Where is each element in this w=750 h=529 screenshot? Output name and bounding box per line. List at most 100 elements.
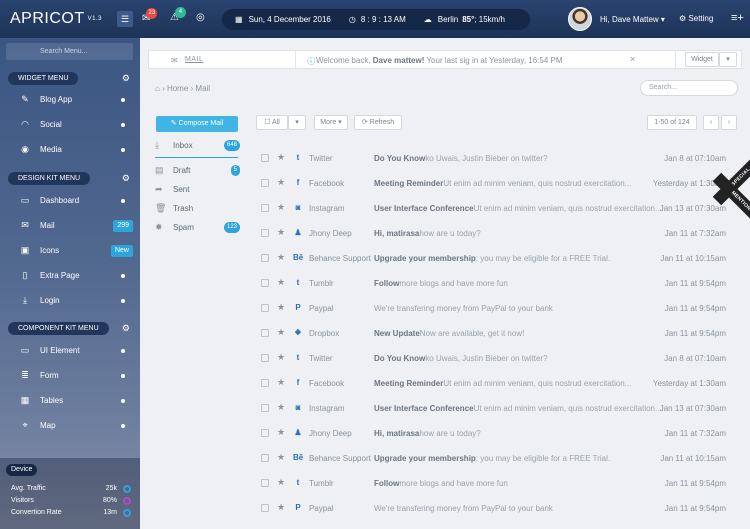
sidebar-item-social[interactable]: ◠ Social bbox=[0, 112, 140, 137]
sidebar-search-input[interactable]: Search Menu... bbox=[6, 43, 133, 60]
mail-row[interactable]: ★ ◙ Instagram User Interface ConferenceUt e… bbox=[256, 396, 726, 421]
star-icon[interactable]: ★ bbox=[277, 477, 285, 488]
sidebar-item-mail[interactable]: ✉ Mail 299 bbox=[0, 213, 140, 238]
mail-row[interactable]: ★ Bē Behance Support Upgrade your membershi… bbox=[256, 246, 726, 271]
folder-spam[interactable]: ✸ Spam 123 bbox=[155, 220, 240, 236]
select-all-button[interactable]: ☐ All bbox=[256, 115, 288, 130]
mail-row[interactable]: ★ ❖ Dropbox New UpdateNow are available, ge… bbox=[256, 321, 726, 346]
add-menu-icon[interactable]: ≡+ bbox=[731, 12, 744, 24]
chevron-down-icon[interactable]: ▾ bbox=[719, 52, 737, 67]
user-menu[interactable]: Hi, Dave Mattew ▾ bbox=[600, 15, 665, 24]
row-checkbox[interactable] bbox=[261, 154, 269, 162]
mail-source: Instagram bbox=[309, 404, 345, 413]
mail-row[interactable]: ★ P Paypal We're transfering money from Pay… bbox=[256, 296, 726, 321]
row-checkbox[interactable] bbox=[261, 404, 269, 412]
row-checkbox[interactable] bbox=[261, 504, 269, 512]
breadcrumb-current: Mail bbox=[195, 84, 211, 93]
star-icon[interactable]: ★ bbox=[277, 427, 285, 438]
refresh-button[interactable]: ⟳ Refresh bbox=[354, 115, 402, 130]
row-checkbox[interactable] bbox=[261, 304, 269, 312]
main-content: ✉ MAIL ⓘ Welcome back, Dave mattew! Your… bbox=[140, 38, 750, 529]
sidebar-item-map[interactable]: ⌖ Map bbox=[0, 413, 140, 438]
star-icon[interactable]: ★ bbox=[277, 327, 285, 338]
star-icon[interactable]: ★ bbox=[277, 252, 285, 263]
row-checkbox[interactable] bbox=[261, 229, 269, 237]
mail-row[interactable]: ★ Bē Behance Support Upgrade your membershi… bbox=[256, 446, 726, 471]
row-checkbox[interactable] bbox=[261, 329, 269, 337]
dot-indicator bbox=[121, 398, 125, 403]
mail-source: Facebook bbox=[309, 379, 345, 388]
gear-icon[interactable]: ⚙ bbox=[122, 173, 130, 184]
row-checkbox[interactable] bbox=[261, 479, 269, 487]
star-icon[interactable]: ★ bbox=[277, 352, 285, 363]
star-icon[interactable]: ★ bbox=[277, 177, 285, 188]
row-checkbox[interactable] bbox=[261, 454, 269, 462]
gear-icon[interactable]: ⚙ bbox=[122, 73, 130, 84]
widget-dropdown[interactable]: Widget bbox=[685, 52, 719, 67]
star-icon[interactable]: ★ bbox=[277, 227, 285, 238]
star-icon[interactable]: ★ bbox=[277, 377, 285, 388]
gear-icon[interactable]: ⚙ bbox=[122, 323, 130, 334]
mail-row[interactable]: ★ ◙ Instagram User Interface ConferenceUt e… bbox=[256, 196, 726, 221]
folder-trash[interactable]: 🗑 Trash bbox=[155, 201, 240, 217]
mail-row[interactable]: ★ f Facebook Meeting ReminderUt enim ad min… bbox=[256, 171, 726, 196]
star-icon[interactable]: ★ bbox=[277, 202, 285, 213]
close-icon[interactable]: × bbox=[630, 54, 635, 64]
sidebar-item-icons[interactable]: ▣ Icons New bbox=[0, 238, 140, 263]
compose-button[interactable]: ✎ Compose Mail bbox=[156, 116, 238, 132]
chevron-down-icon[interactable]: ▾ bbox=[288, 115, 306, 130]
mail-row[interactable]: ★ ♟ Jhony Deep Hi, matirasahow are u today?… bbox=[256, 421, 726, 446]
sidebar-item-tables[interactable]: ▦ Tables bbox=[0, 388, 140, 413]
more-button[interactable]: More ▾ bbox=[314, 115, 348, 130]
row-checkbox[interactable] bbox=[261, 279, 269, 287]
sidebar-item-extra-page[interactable]: ▯ Extra Page bbox=[0, 263, 140, 288]
sidebar-item-blog-app[interactable]: ✎ Blog App bbox=[0, 87, 140, 112]
mail-preview: ; you may be eligible for a FREE Trial. bbox=[475, 254, 611, 263]
refresh-label: Refresh bbox=[369, 119, 395, 126]
mail-row[interactable]: ★ P Paypal We're transfering money from Pay… bbox=[256, 496, 726, 521]
mail-subject: Upgrade your membership bbox=[374, 254, 476, 263]
logo[interactable]: APRICOT V1.3 bbox=[10, 10, 102, 28]
behance-icon: Bē bbox=[293, 253, 304, 262]
star-icon[interactable]: ★ bbox=[277, 302, 285, 313]
star-icon[interactable]: ★ bbox=[277, 502, 285, 513]
avatar[interactable] bbox=[568, 7, 592, 31]
facebook-icon: f bbox=[296, 378, 300, 387]
star-icon[interactable]: ★ bbox=[277, 152, 285, 163]
mail-row[interactable]: ★ t Twitter Do You Knowko Uwais, Justin Bie… bbox=[256, 146, 726, 171]
row-checkbox[interactable] bbox=[261, 204, 269, 212]
sidebar-item-dashboard[interactable]: ▭ Dashboard bbox=[0, 188, 140, 213]
folder-draft[interactable]: ▤ Draft 5 bbox=[155, 163, 240, 179]
mail-row[interactable]: ★ t Tumblr Followmore blogs and have more f… bbox=[256, 471, 726, 496]
settings-button[interactable]: ⚙ Setting bbox=[679, 14, 713, 23]
chevron-right-icon[interactable]: › bbox=[721, 115, 737, 130]
home-icon[interactable]: ⌂ bbox=[155, 84, 160, 93]
star-icon[interactable]: ★ bbox=[277, 277, 285, 288]
chat-icon[interactable]: ✉ 23 bbox=[142, 8, 158, 24]
alert-icon[interactable]: ⚠ 4 bbox=[170, 7, 186, 23]
mail-row[interactable]: ★ ♟ Jhony Deep Hi, matirasahow are u today?… bbox=[256, 221, 726, 246]
settings-label: Setting bbox=[688, 14, 714, 23]
sidebar-item-form[interactable]: ≣ Form bbox=[0, 363, 140, 388]
row-checkbox[interactable] bbox=[261, 254, 269, 262]
row-checkbox[interactable] bbox=[261, 354, 269, 362]
folder-inbox[interactable]: ⤓ Inbox 648 bbox=[155, 138, 240, 154]
row-checkbox[interactable] bbox=[261, 379, 269, 387]
sidebar-item-media[interactable]: ◉ Media bbox=[0, 137, 140, 162]
mail-row[interactable]: ★ f Facebook Meeting ReminderUt enim ad min… bbox=[256, 371, 726, 396]
sidebar-item-ui-element[interactable]: ▭ UI Element bbox=[0, 338, 140, 363]
search-input[interactable]: Search... bbox=[640, 80, 738, 96]
hamburger-icon[interactable]: ☰ bbox=[117, 11, 133, 27]
mail-row[interactable]: ★ t Twitter Do You Knowko Uwais, Justin Bie… bbox=[256, 346, 726, 371]
folder-sent[interactable]: ➦ Sent bbox=[155, 182, 240, 198]
chevron-left-icon[interactable]: ‹ bbox=[703, 115, 719, 130]
row-checkbox[interactable] bbox=[261, 429, 269, 437]
star-icon[interactable]: ★ bbox=[277, 402, 285, 413]
star-icon[interactable]: ★ bbox=[277, 452, 285, 463]
lifebuoy-icon[interactable]: ◎ bbox=[196, 12, 205, 23]
mail-row[interactable]: ★ t Tumblr Followmore blogs and have more f… bbox=[256, 271, 726, 296]
mail-date: Yesterday at 1:30am bbox=[652, 379, 726, 388]
breadcrumb-home[interactable]: Home bbox=[167, 84, 188, 93]
sidebar-item-login[interactable]: ⤓ Login bbox=[0, 288, 140, 313]
row-checkbox[interactable] bbox=[261, 179, 269, 187]
